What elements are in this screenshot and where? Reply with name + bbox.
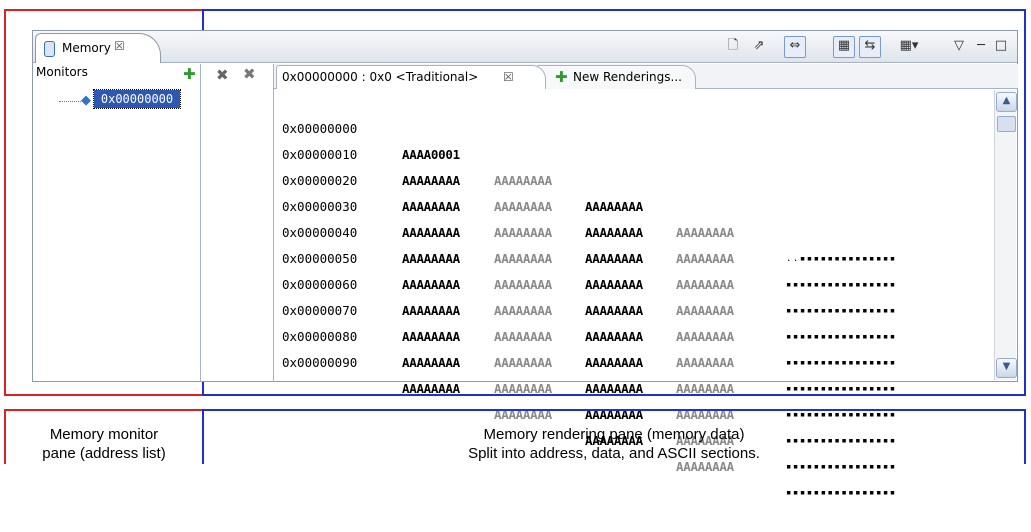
toggle-split-pane-icon[interactable]: ▦ — [833, 36, 855, 58]
data-cell[interactable]: AAAAAAAA — [585, 376, 643, 402]
data-cell[interactable]: AAAAAAAA — [676, 376, 734, 402]
tab-label: New Renderings... — [573, 70, 682, 84]
scroll-up-icon[interactable]: ▲ — [996, 92, 1017, 112]
caption-line: Memory monitor — [49, 426, 159, 443]
memory-row: 0x00000070 AAAAAAAA AAAAAAAA AAAAAAAA AA… — [274, 272, 994, 446]
memory-row: 0x00000030 AAAAAAAA AAAAAAAA AAAAAAAA AA… — [274, 168, 994, 342]
add-monitor-icon[interactable]: ✚ — [183, 66, 196, 82]
monitors-header: Monitors ✚ — [33, 64, 201, 84]
data-cell[interactable]: AAAAAAAA — [494, 376, 552, 402]
memory-icon — [44, 41, 55, 57]
chevron-down-icon[interactable]: ▽ — [949, 36, 969, 56]
memory-row: 0x00000000 AAAA0001 AAAAAAAA AAAAAAAA AA… — [274, 90, 994, 264]
address-cell: 0x00000090 — [282, 355, 358, 370]
memory-row: 0x00000080 AAAAAAAA AAAAAAAA AAAAAAAA AA… — [274, 298, 994, 472]
close-icon[interactable]: ☒ — [114, 39, 125, 53]
memory-row: 0x00000050 AAAAAAAA AAAAAAAA AAAAAAAA AA… — [274, 220, 994, 394]
data-cell[interactable]: AAAAAAAA — [585, 350, 643, 376]
remove-all-monitors-icon[interactable]: ✖ — [243, 65, 256, 83]
memory-view-tab[interactable]: Memory ☒ — [35, 33, 161, 63]
view-menu-icon[interactable]: ▦▾ — [899, 36, 919, 56]
monitors-title: Monitors — [36, 65, 88, 79]
close-icon[interactable]: ☒ — [503, 70, 514, 84]
data-cell[interactable]: AAAAAAAA — [676, 350, 734, 376]
data-cell[interactable]: AAAAAAAA — [402, 350, 460, 376]
vertical-scrollbar[interactable]: ▲ ▼ — [994, 90, 1017, 380]
remove-monitor-icon[interactable]: ✖ — [216, 66, 229, 84]
ascii-cell[interactable]: ▪▪▪▪▪▪▪▪▪▪▪▪▪▪▪▪ — [786, 350, 897, 376]
memory-row: 0x00000020 AAAAAAAA AAAAAAAA AAAAAAAA AA… — [274, 142, 994, 316]
tab-label: 0x00000000 : 0x0 <Traditional> — [282, 70, 479, 84]
scroll-down-icon[interactable]: ▼ — [996, 358, 1017, 378]
caption-line: Split into address, data, and ASCII sect… — [468, 445, 760, 462]
rendering-tab-bar: ✚ New Renderings... 0x00000000 : 0x0 <Tr… — [274, 64, 1018, 89]
monitor-pane-caption: Memory monitor pane (address list) — [4, 409, 204, 464]
minimize-icon[interactable]: ─ — [971, 36, 991, 56]
memory-row: 0x00000090 AAAAAAAA AAAAAAAA AAAAAAAA AA… — [274, 324, 994, 498]
memory-monitors-pane: Monitors ✚ ◆ 0x00000000 — [33, 64, 201, 382]
link-icon[interactable]: ⇔ — [784, 36, 806, 58]
scroll-thumb[interactable] — [997, 116, 1016, 132]
memory-view: Memory ☒ 🗋 ⇗ ⇔ ▦ ⇆ ▦▾ ▽ ─ □ Monitors ✚ ◆… — [32, 30, 1018, 498]
memory-view-tab-label: Memory — [62, 41, 111, 55]
add-rendering-icon[interactable]: ⇗ — [749, 36, 769, 56]
memory-rendering-pane: ✚ New Renderings... 0x00000000 : 0x0 <Tr… — [273, 64, 1018, 498]
memory-row: 0x00000040 AAAAAAAA AAAAAAAA AAAAAAAA AA… — [274, 194, 994, 368]
add-icon: ✚ — [555, 68, 568, 86]
tab-traditional-rendering[interactable]: 0x00000000 : 0x0 <Traditional> ☒ — [276, 65, 546, 89]
ascii-cell[interactable]: ▪▪▪▪▪▪▪▪▪▪▪▪▪▪▪▪ — [786, 480, 897, 506]
new-monitor-icon[interactable]: 🗋 — [723, 36, 743, 56]
caption-line: pane (address list) — [42, 445, 166, 462]
memory-table[interactable]: 0x00000000 AAAA0001 AAAAAAAA AAAAAAAA AA… — [274, 90, 994, 498]
monitor-item-icon: ◆ — [81, 93, 91, 108]
switch-icon[interactable]: ⇆ — [859, 36, 881, 58]
rendering-pane-caption: Memory rendering pane (memory data) Spli… — [202, 409, 1026, 464]
view-title-bar: Memory ☒ 🗋 ⇗ ⇔ ▦ ⇆ ▦▾ ▽ ─ □ — [33, 31, 1017, 63]
caption-line: Memory rendering pane (memory data) — [483, 426, 745, 443]
maximize-icon[interactable]: □ — [991, 36, 1011, 56]
monitor-item[interactable]: 0x00000000 — [93, 89, 181, 109]
memory-row: 0x00000060 AAAAAAAA AAAAAAAA AAAAAAAA AA… — [274, 246, 994, 420]
data-cell[interactable]: AAAAAAAA — [494, 350, 552, 376]
ascii-cell[interactable]: ▪▪▪▪▪▪▪▪▪▪▪▪▪▪▪▪ — [786, 376, 897, 402]
memory-row: 0x00000010 AAAAAAAA AAAAAAAA AAAAAAAA AA… — [274, 116, 994, 290]
tab-new-renderings[interactable]: ✚ New Renderings... — [536, 65, 696, 89]
data-cell[interactable]: AAAAAAAA — [402, 376, 460, 402]
